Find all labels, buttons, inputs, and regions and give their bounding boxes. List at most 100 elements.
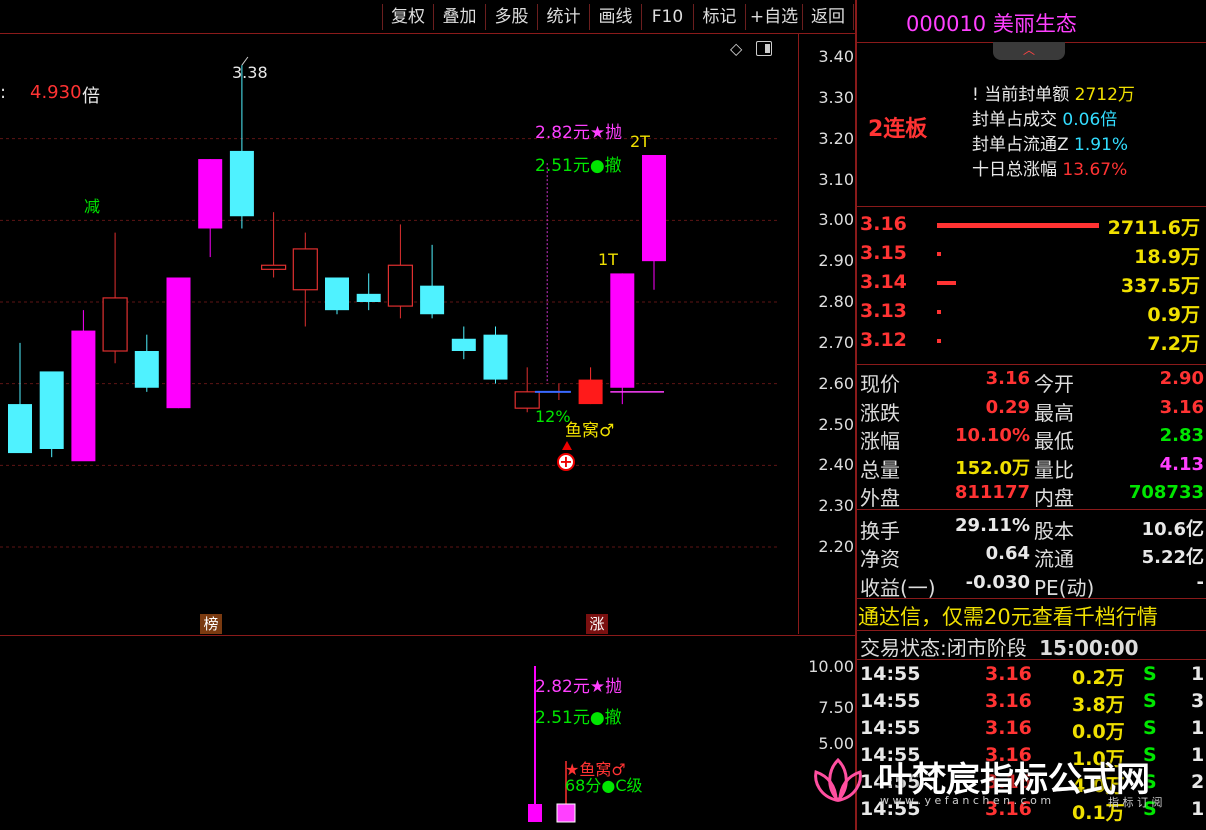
price-tick: 3.30 bbox=[818, 87, 854, 107]
tick-row[interactable]: 14:55 3.16 3.8万 S 3 bbox=[857, 690, 1206, 716]
status-value: 闭市阶段 bbox=[946, 636, 1027, 660]
candle-body bbox=[229, 150, 254, 217]
bang-tag[interactable]: 榜 bbox=[200, 614, 222, 634]
quote-value: 152.0万 bbox=[955, 457, 1030, 479]
candle-body bbox=[514, 391, 540, 409]
toolbar: 复权 叠加 多股 统计 画线 F10 标记 +自选 返回 bbox=[380, 0, 856, 34]
price-tick: 3.40 bbox=[818, 47, 854, 66]
candle-body bbox=[292, 248, 318, 291]
label-1t: 1T bbox=[598, 250, 618, 269]
quote-label: 内盘 bbox=[1034, 486, 1074, 510]
quote-label: 换手 bbox=[860, 518, 900, 543]
tick-row[interactable]: 14:55 3.16 0.0万 S 1 bbox=[857, 717, 1206, 743]
candle bbox=[71, 310, 96, 462]
quote-value: 708733 bbox=[1128, 482, 1204, 503]
panel-toggle-icon[interactable] bbox=[756, 41, 772, 56]
label-2t: 2T bbox=[630, 132, 650, 151]
orderbook-price[interactable]: 3.15 bbox=[860, 242, 907, 264]
candle-body bbox=[71, 330, 96, 462]
candle-body bbox=[420, 285, 445, 315]
orderbook-price[interactable]: 3.14 bbox=[860, 271, 907, 293]
candle bbox=[134, 334, 159, 392]
seal-label: 封单占成交 bbox=[972, 110, 1057, 130]
orderbook-bar bbox=[937, 310, 941, 314]
seal-row: 封单占成交 0.06倍 bbox=[972, 105, 1117, 130]
toolbar-button-fanhui[interactable]: 返回 bbox=[802, 4, 854, 30]
kline-chart[interactable] bbox=[0, 34, 855, 634]
lotus-logo-icon bbox=[810, 756, 866, 806]
candle-body bbox=[483, 334, 508, 380]
sub-tick-5: 5.00 bbox=[818, 734, 854, 753]
price-tick: 2.50 bbox=[818, 414, 854, 434]
candle bbox=[420, 244, 445, 319]
toolbar-button-f10[interactable]: F10 bbox=[641, 4, 693, 30]
price-tick: 2.30 bbox=[818, 496, 854, 516]
collapse-button[interactable]: ︿ bbox=[993, 42, 1065, 60]
candle-body bbox=[387, 264, 413, 307]
up-arrow-icon bbox=[562, 441, 572, 450]
candle bbox=[8, 342, 32, 454]
candle bbox=[483, 326, 508, 384]
tick-row[interactable]: 14:55 3.16 0.2万 S 1 bbox=[857, 663, 1206, 689]
toolbar-button-huaxian[interactable]: 画线 bbox=[589, 4, 641, 30]
toolbar-button-duogu[interactable]: 多股 bbox=[485, 4, 537, 30]
candle-body bbox=[325, 277, 349, 311]
quote-label: 股本 bbox=[1034, 518, 1074, 543]
tick-price: 3.16 bbox=[985, 690, 1032, 712]
orderbook-volume: 0.9万 bbox=[1147, 304, 1200, 326]
toolbar-underline bbox=[0, 33, 856, 34]
candle-body bbox=[198, 159, 223, 229]
diamond-icon[interactable]: ◇ bbox=[730, 39, 742, 58]
candle-body bbox=[610, 273, 635, 388]
promo-banner[interactable]: 通达信，仅需20元查看千档行情 bbox=[858, 601, 1158, 631]
quote-label: 今开 bbox=[1034, 372, 1074, 396]
candle-body bbox=[39, 371, 64, 449]
seal-label: 十日总涨幅 bbox=[972, 160, 1057, 180]
subchart-svg bbox=[528, 666, 576, 823]
seal-row: ! 当前封单额 2712万 bbox=[972, 80, 1135, 105]
candle-body bbox=[166, 277, 191, 409]
orderbook-volume: 2711.6万 bbox=[1107, 217, 1200, 239]
tick-volume: 0.2万 bbox=[1072, 667, 1125, 689]
tick-volume: 0.0万 bbox=[1072, 721, 1125, 743]
quote-value: 0.29 bbox=[985, 396, 1030, 418]
left-colon: : bbox=[0, 82, 7, 103]
candle bbox=[292, 232, 318, 327]
candle bbox=[451, 326, 476, 360]
stock-title[interactable]: 000010 美丽生态 bbox=[906, 8, 1077, 38]
orderbook-bar bbox=[937, 252, 941, 256]
price-tick: 3.20 bbox=[818, 128, 854, 148]
orderbook-volume: 18.9万 bbox=[1134, 246, 1200, 268]
money-bag-icon bbox=[556, 803, 576, 823]
price-tick: 2.80 bbox=[818, 292, 854, 311]
toolbar-button-biaoji[interactable]: 标记 bbox=[693, 4, 745, 30]
quote-value: 10.6亿 bbox=[1141, 518, 1204, 540]
tick-count: 3 bbox=[1191, 690, 1205, 712]
stock-name: 美丽生态 bbox=[992, 12, 1077, 36]
quote-divider-top bbox=[857, 364, 1206, 365]
tick-side: S bbox=[1143, 717, 1157, 739]
candle-body bbox=[451, 338, 476, 351]
add-marker-icon[interactable]: + bbox=[557, 453, 575, 471]
jian-label: 减 bbox=[84, 197, 101, 216]
trade-status: 交易状态:闭市阶段 15:00:00 bbox=[860, 632, 1139, 661]
toolbar-button-diejia[interactable]: 叠加 bbox=[433, 4, 485, 30]
tick-time: 14:55 bbox=[860, 690, 921, 712]
zhang-tag[interactable]: 涨 bbox=[586, 614, 608, 634]
candle-body bbox=[578, 379, 603, 405]
status-time: 15:00:00 bbox=[1039, 636, 1139, 660]
price-tick: 3.10 bbox=[818, 169, 854, 189]
orderbook-price[interactable]: 3.13 bbox=[860, 300, 907, 322]
orderbook-price[interactable]: 3.16 bbox=[860, 213, 907, 235]
toolbar-button-zixuan[interactable]: +自选 bbox=[745, 4, 802, 30]
candle bbox=[102, 232, 128, 364]
seal-value: 1.91% bbox=[1068, 135, 1129, 155]
toolbar-button-fuquan[interactable]: 复权 bbox=[382, 4, 433, 30]
ratio-value: 4.930 bbox=[30, 82, 82, 103]
candle-body bbox=[102, 297, 128, 352]
toolbar-button-tongji[interactable]: 统计 bbox=[537, 4, 589, 30]
quote-label: 净资 bbox=[860, 547, 900, 571]
orderbook-price[interactable]: 3.12 bbox=[860, 329, 907, 351]
sub-grade-label: 68分●C级 bbox=[565, 776, 643, 795]
orderbook-bar bbox=[937, 281, 957, 285]
